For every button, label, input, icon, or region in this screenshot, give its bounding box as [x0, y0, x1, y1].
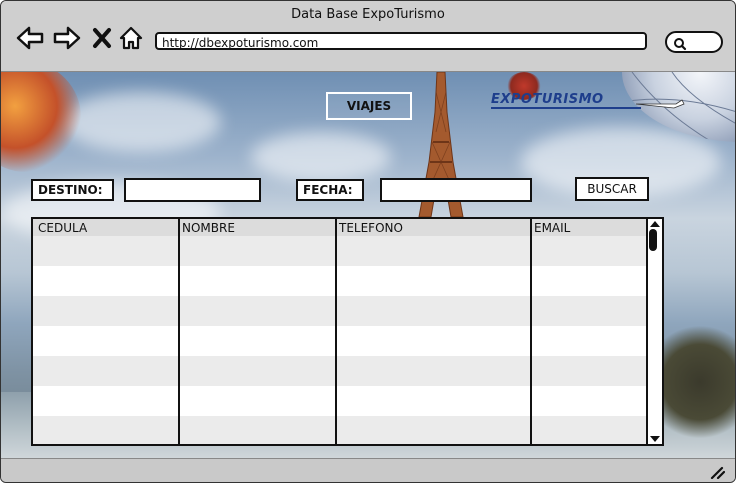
logo-text: EXPOTURISMO	[491, 92, 604, 107]
column-header-email[interactable]: EMAIL	[534, 221, 570, 235]
column-header-nombre[interactable]: NOMBRE	[182, 221, 235, 235]
column-header-cedula[interactable]: CEDULA	[38, 221, 87, 235]
background-tree	[1, 72, 81, 172]
browser-titlebar: Data Base ExpoTurismo http://dbexpoturis…	[1, 1, 735, 72]
background-cloud	[61, 92, 221, 152]
table-row[interactable]	[33, 236, 650, 266]
forward-arrow-icon[interactable]	[52, 23, 82, 53]
browser-statusbar	[1, 458, 735, 482]
resize-grip-icon[interactable]	[709, 464, 726, 482]
back-arrow-icon[interactable]	[15, 23, 45, 53]
column-header-telefono[interactable]: TELEFONO	[339, 221, 403, 235]
results-table[interactable]: CEDULA NOMBRE TELEFONO EMAIL	[31, 217, 664, 446]
column-divider	[335, 219, 337, 444]
table-row[interactable]	[33, 386, 650, 416]
destino-label: DESTINO:	[31, 179, 114, 201]
column-divider	[178, 219, 180, 444]
table-row[interactable]	[33, 266, 650, 296]
browser-search-field[interactable]	[665, 31, 723, 53]
scroll-down-arrow-icon[interactable]	[650, 436, 660, 442]
destino-input[interactable]	[124, 178, 261, 202]
background-cloud	[251, 132, 391, 182]
home-icon[interactable]	[116, 23, 146, 53]
viajes-button[interactable]: VIAJES	[326, 92, 412, 120]
search-icon	[673, 36, 687, 55]
table-row[interactable]	[33, 326, 650, 356]
table-scrollbar[interactable]	[646, 219, 662, 444]
window-title: Data Base ExpoTurismo	[291, 7, 445, 22]
url-bar[interactable]: http://dbexpoturismo.com	[155, 32, 647, 50]
fecha-input[interactable]	[380, 178, 532, 202]
close-x-icon[interactable]	[87, 23, 117, 53]
table-row[interactable]	[33, 356, 650, 386]
fecha-label: FECHA:	[296, 179, 364, 201]
scroll-up-arrow-icon[interactable]	[650, 221, 660, 227]
background-tree	[655, 322, 735, 442]
browser-window: Data Base ExpoTurismo http://dbexpoturis…	[0, 0, 736, 483]
buscar-button[interactable]: BUSCAR	[575, 177, 649, 201]
table-row[interactable]	[33, 296, 650, 326]
column-divider	[530, 219, 532, 444]
table-row[interactable]	[33, 416, 650, 444]
scrollbar-thumb[interactable]	[649, 229, 657, 251]
logo-underline	[491, 107, 641, 109]
